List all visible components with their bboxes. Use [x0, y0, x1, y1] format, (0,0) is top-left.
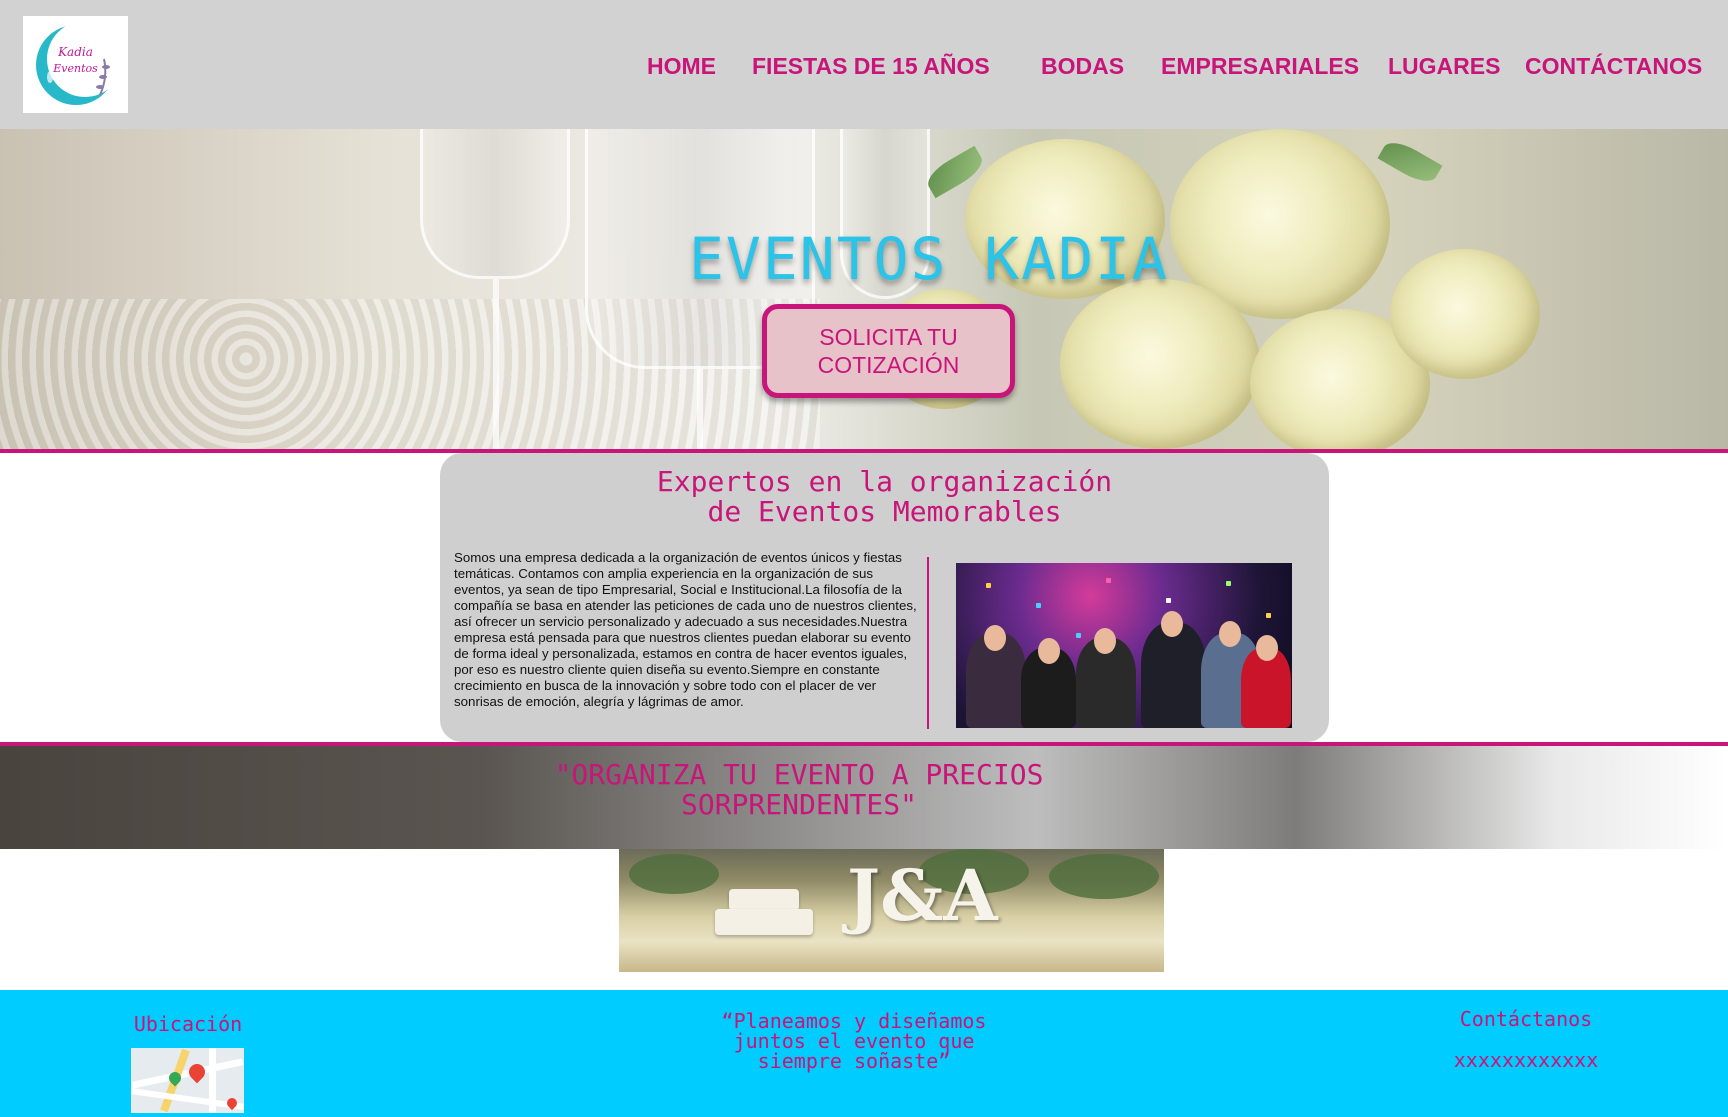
nav-lugares[interactable]: LUGARES [1388, 53, 1500, 83]
person-head [1256, 635, 1278, 661]
hero-title: EVENTOS KADIA [689, 225, 1169, 293]
nav-empresariales[interactable]: EMPRESARIALES [1161, 53, 1359, 83]
site-header: Kadia Eventos HOME FIESTAS DE 15 AÑOS BO… [0, 0, 1728, 129]
plant-decoration [629, 854, 719, 894]
nav-fiestas-15[interactable]: FIESTAS DE 15 AÑOS [752, 53, 990, 83]
hero-banner: EVENTOS KADIA SOLICITA TU COTIZACIÓN [0, 129, 1728, 449]
person-head [1094, 628, 1116, 654]
about-section: Expertos en la organización de Eventos M… [440, 453, 1329, 742]
confetti [1106, 578, 1111, 583]
logo-text-kadia: Kadia [58, 45, 93, 59]
confetti [1166, 598, 1171, 603]
plant-decoration [1049, 854, 1159, 899]
map-road [131, 1058, 244, 1089]
confetti [1076, 633, 1081, 638]
promo-banner: "ORGANIZA TU EVENTO A PRECIOS SORPRENDEN… [0, 746, 1728, 849]
leaf-image [1377, 135, 1443, 189]
nav-home[interactable]: HOME [647, 53, 716, 83]
rose-image [1060, 279, 1260, 449]
glass-stem-image [697, 369, 703, 449]
request-quote-button[interactable]: SOLICITA TU COTIZACIÓN [762, 304, 1015, 398]
request-quote-label: SOLICITA TU COTIZACIÓN [817, 324, 960, 378]
person-head [1219, 621, 1241, 647]
cake-tier [729, 889, 799, 911]
logo-text-eventos: Eventos [53, 62, 98, 75]
about-description: Somos una empresa dedicada a la organiza… [454, 550, 917, 709]
contact-label: Contáctanos [1459, 1007, 1593, 1031]
promo-banner-text: "ORGANIZA TU EVENTO A PRECIOS SORPRENDEN… [554, 758, 1044, 821]
footer-slogan: “Planeamos y diseñamos juntos el evento … [721, 1009, 987, 1073]
about-title: Expertos en la organización de Eventos M… [656, 465, 1113, 528]
vertical-divider [927, 557, 929, 729]
nav-contactanos[interactable]: CONTÁCTANOS [1525, 53, 1702, 83]
confetti [986, 583, 991, 588]
contact-value[interactable]: xxxxxxxxxxxx [1426, 1050, 1626, 1070]
confetti [1266, 613, 1271, 618]
confetti [1226, 581, 1231, 586]
confetti [1036, 603, 1041, 608]
person-head [1038, 638, 1060, 664]
person-head [984, 625, 1006, 651]
site-logo[interactable]: Kadia Eventos [23, 16, 128, 113]
person [1141, 623, 1206, 728]
map-pin-icon [185, 1060, 209, 1084]
wedding-initials: J&A [847, 854, 998, 937]
cake-tier [715, 909, 813, 935]
party-photo [956, 563, 1292, 728]
google-maps-icon[interactable] [131, 1048, 244, 1113]
person-head [1161, 611, 1183, 637]
map-road [209, 1048, 216, 1113]
location-label: Ubicación [133, 1012, 243, 1036]
wedding-table-photo: J&A [619, 849, 1164, 972]
nav-bodas[interactable]: BODAS [1041, 53, 1124, 83]
glass-stem-image [493, 279, 499, 449]
